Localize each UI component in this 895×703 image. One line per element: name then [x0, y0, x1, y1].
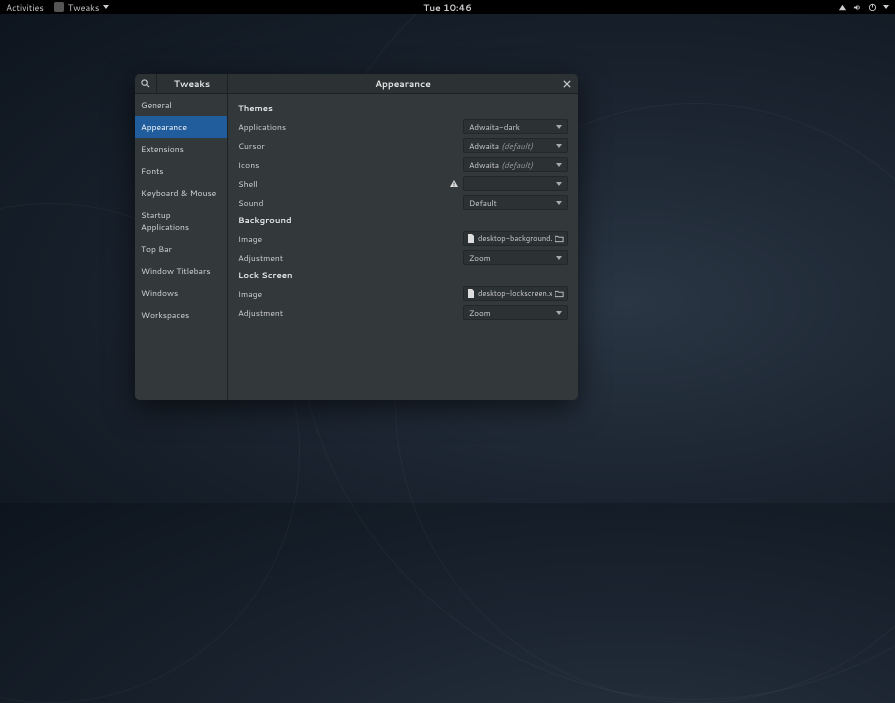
ls-adjustment-label: Adjustment [238, 307, 463, 319]
ls-image-label: Image [238, 288, 463, 300]
sidebar-item-windows[interactable]: Windows [135, 282, 227, 304]
cursor-label: Cursor [238, 140, 463, 152]
sound-dropdown[interactable]: Default [463, 195, 568, 210]
background-header: Background [238, 214, 568, 226]
chevron-down-icon [103, 5, 109, 9]
open-folder-icon [555, 235, 564, 243]
sidebar-item-topbar[interactable]: Top Bar [135, 238, 227, 260]
file-icon [467, 289, 475, 298]
ls-adjustment-value: Zoom [469, 307, 556, 319]
volume-icon [853, 3, 862, 12]
activities-button[interactable]: Activities [6, 1, 44, 14]
clock[interactable]: Tue 10:46 [423, 1, 472, 14]
themes-header: Themes [238, 102, 568, 114]
bg-image-chooser[interactable]: desktop-background.xml [463, 231, 568, 246]
app-icon [54, 2, 64, 12]
close-button[interactable] [560, 77, 574, 91]
page-title: Appearance [228, 77, 578, 90]
sidebar-title: Tweaks [157, 77, 227, 90]
sidebar-item-titlebars[interactable]: Window Titlebars [135, 260, 227, 282]
ls-image-value: desktop-lockscreen.xml [478, 289, 552, 299]
warning-icon [449, 179, 459, 189]
cursor-value: Adwaita (default) [469, 140, 556, 152]
chevron-down-icon [556, 144, 562, 148]
chevron-down-icon [556, 163, 562, 167]
sound-label: Sound [238, 197, 463, 209]
chevron-down-icon [556, 125, 562, 129]
chevron-down-icon [556, 201, 562, 205]
app-menu[interactable]: Tweaks [54, 1, 109, 14]
applications-label: Applications [238, 121, 463, 133]
sidebar-item-extensions[interactable]: Extensions [135, 138, 227, 160]
ls-adjustment-dropdown[interactable]: Zoom [463, 305, 568, 320]
shell-dropdown[interactable] [463, 176, 568, 191]
bg-image-label: Image [238, 233, 463, 245]
sidebar-item-keyboard[interactable]: Keyboard & Mouse [135, 182, 227, 204]
applications-dropdown[interactable]: Adwaita-dark [463, 119, 568, 134]
chevron-down-icon [883, 5, 889, 9]
content-area: Themes Applications Adwaita-dark Cursor … [228, 94, 578, 400]
ls-image-chooser[interactable]: desktop-lockscreen.xml [463, 286, 568, 301]
lockscreen-header: Lock Screen [238, 269, 568, 281]
bg-adjustment-label: Adjustment [238, 252, 463, 264]
shell-label: Shell [238, 178, 449, 190]
bg-image-value: desktop-background.xml [478, 234, 552, 244]
tweaks-window: Tweaks Appearance General Appearance Ext… [135, 74, 578, 400]
file-icon [467, 234, 475, 243]
bg-adjustment-dropdown[interactable]: Zoom [463, 250, 568, 265]
search-button[interactable] [135, 74, 157, 93]
chevron-down-icon [556, 256, 562, 260]
bg-adjustment-value: Zoom [469, 252, 556, 264]
sidebar-item-appearance[interactable]: Appearance [135, 116, 227, 138]
search-icon [141, 79, 150, 88]
titlebar: Tweaks Appearance [135, 74, 578, 94]
chevron-down-icon [556, 311, 562, 315]
sidebar-item-general[interactable]: General [135, 94, 227, 116]
power-icon [868, 3, 877, 12]
icons-dropdown[interactable]: Adwaita (default) [463, 157, 568, 172]
sound-value: Default [469, 197, 556, 209]
close-icon [563, 80, 571, 88]
sidebar-item-startup[interactable]: Startup Applications [135, 204, 227, 238]
icons-value: Adwaita (default) [469, 159, 556, 171]
app-menu-label: Tweaks [68, 1, 99, 14]
cursor-dropdown[interactable]: Adwaita (default) [463, 138, 568, 153]
open-folder-icon [555, 290, 564, 298]
sidebar: General Appearance Extensions Fonts Keyb… [135, 94, 228, 400]
network-icon [838, 3, 847, 12]
system-tray[interactable] [838, 3, 889, 12]
icons-label: Icons [238, 159, 463, 171]
sidebar-item-workspaces[interactable]: Workspaces [135, 304, 227, 326]
chevron-down-icon [556, 182, 562, 186]
top-bar: Activities Tweaks Tue 10:46 [0, 0, 895, 14]
applications-value: Adwaita-dark [469, 121, 556, 133]
sidebar-item-fonts[interactable]: Fonts [135, 160, 227, 182]
